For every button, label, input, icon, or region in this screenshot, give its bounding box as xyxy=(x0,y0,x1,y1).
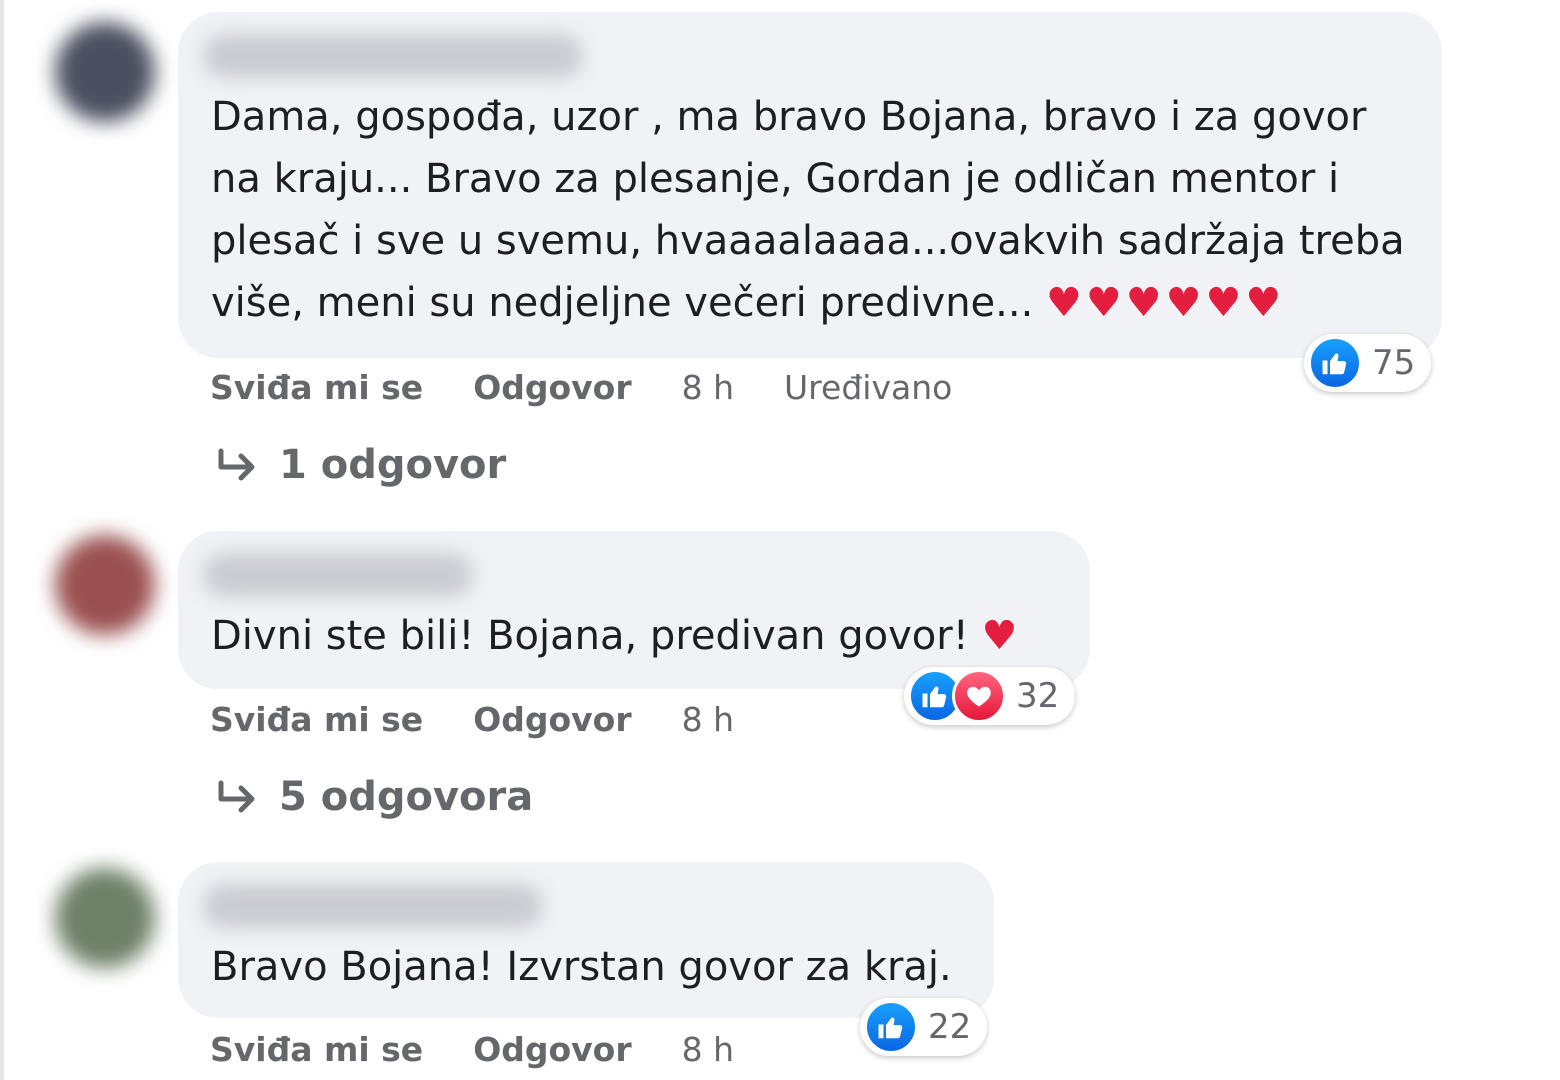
reaction-summary[interactable]: 32 xyxy=(904,667,1076,725)
replies-count-label: 5 odgovora xyxy=(279,774,534,820)
like-button[interactable]: Sviđa mi se xyxy=(210,700,423,739)
reply-arrow-icon xyxy=(215,447,259,483)
comment-text: Dama, gospođa, uzor , ma bravo Bojana, b… xyxy=(211,86,1405,334)
timestamp[interactable]: 8 h xyxy=(682,1030,734,1069)
comment-actions: Sviđa mi se Odgovor 8 h Uređivano xyxy=(210,368,952,407)
reaction-count: 32 xyxy=(1016,676,1060,716)
reaction-count: 75 xyxy=(1372,343,1416,383)
avatar[interactable] xyxy=(55,535,155,635)
author-name-redacted[interactable] xyxy=(203,34,583,78)
reply-arrow-icon xyxy=(215,779,259,815)
reaction-count: 22 xyxy=(928,1007,972,1047)
love-icon xyxy=(952,669,1006,723)
comment-bubble: Dama, gospođa, uzor , ma bravo Bojana, b… xyxy=(178,12,1442,358)
edited-label[interactable]: Uređivano xyxy=(784,368,952,407)
like-icon xyxy=(864,1000,918,1054)
like-icon xyxy=(1308,336,1362,390)
comment-text: Divni ste bili! Bojana, predivan govor! … xyxy=(211,605,1021,667)
like-button[interactable]: Sviđa mi se xyxy=(210,1030,423,1069)
comment-actions: Sviđa mi se Odgovor 8 h xyxy=(210,700,784,739)
timestamp[interactable]: 8 h xyxy=(682,700,734,739)
avatar[interactable] xyxy=(55,868,155,968)
reaction-summary[interactable]: 22 xyxy=(860,998,988,1056)
author-name-redacted[interactable] xyxy=(203,553,473,597)
reply-button[interactable]: Odgovor xyxy=(473,368,631,407)
heart-emoji: ♥♥♥♥♥♥ xyxy=(1046,280,1286,326)
reply-button[interactable]: Odgovor xyxy=(473,1030,631,1069)
view-replies-link[interactable]: 5 odgovora xyxy=(215,774,533,820)
author-name-redacted[interactable] xyxy=(203,884,543,928)
left-divider xyxy=(0,0,4,1080)
comment-actions: Sviđa mi se Odgovor 8 h xyxy=(210,1030,784,1069)
comment-body: Bravo Bojana! Izvrstan govor za kraj. xyxy=(211,944,952,990)
comment-bubble: Bravo Bojana! Izvrstan govor za kraj. xyxy=(178,862,994,1018)
reaction-summary[interactable]: 75 xyxy=(1304,334,1432,392)
avatar[interactable] xyxy=(55,22,155,122)
comment-bubble: Divni ste bili! Bojana, predivan govor! … xyxy=(178,531,1090,689)
comment-text: Bravo Bojana! Izvrstan govor za kraj. xyxy=(211,936,952,998)
replies-count-label: 1 odgovor xyxy=(279,442,507,488)
reply-button[interactable]: Odgovor xyxy=(473,700,631,739)
timestamp[interactable]: 8 h xyxy=(682,368,734,407)
like-button[interactable]: Sviđa mi se xyxy=(210,368,423,407)
heart-emoji: ♥ xyxy=(981,613,1022,659)
view-replies-link[interactable]: 1 odgovor xyxy=(215,442,506,488)
comment-body: Divni ste bili! Bojana, predivan govor! xyxy=(211,613,982,659)
